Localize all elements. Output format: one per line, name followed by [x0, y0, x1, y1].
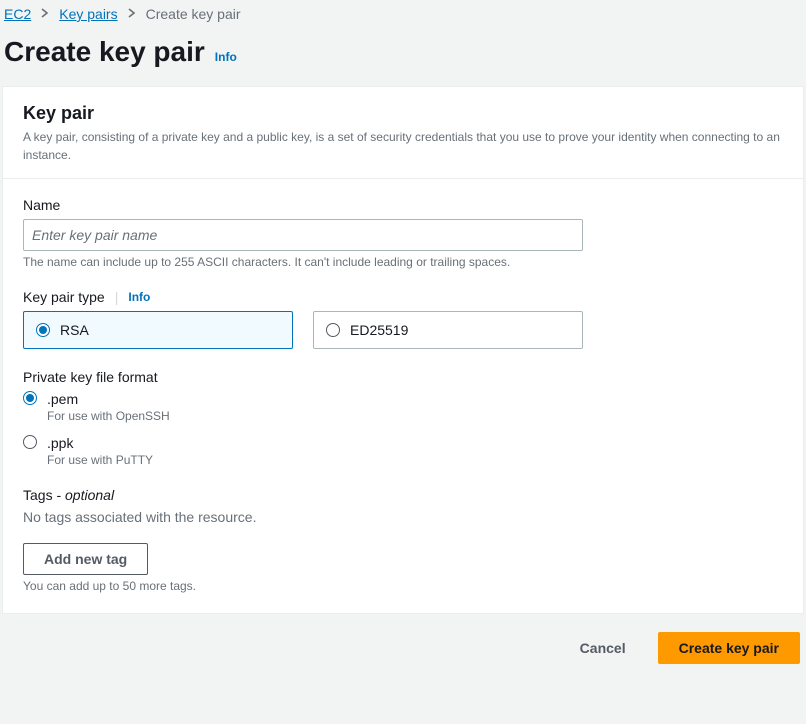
cancel-button[interactable]: Cancel: [560, 632, 646, 664]
name-field: Name The name can include up to 255 ASCI…: [23, 197, 783, 269]
type-info-link[interactable]: Info: [128, 290, 150, 304]
name-label: Name: [23, 197, 783, 213]
page-title: Create key pair: [4, 36, 205, 68]
radio-icon: [36, 323, 50, 337]
chevron-right-icon: [128, 7, 136, 21]
type-field: Key pair type | Info RSA ED25519: [23, 289, 783, 349]
breadcrumb-link-keypairs[interactable]: Key pairs: [59, 6, 117, 22]
tags-field: Tags - optional No tags associated with …: [23, 487, 783, 593]
card-header: Key pair A key pair, consisting of a pri…: [3, 87, 803, 179]
type-option-label: ED25519: [350, 322, 408, 338]
breadcrumb: EC2 Key pairs Create key pair: [0, 0, 806, 24]
type-option-ed25519[interactable]: ED25519: [313, 311, 583, 349]
format-label: Private key file format: [23, 369, 783, 385]
tags-hint: You can add up to 50 more tags.: [23, 579, 783, 593]
format-option-ppk[interactable]: .ppk For use with PuTTY: [23, 435, 783, 467]
tags-label: Tags - optional: [23, 487, 783, 503]
type-option-label: RSA: [60, 322, 89, 338]
tags-optional: optional: [65, 487, 114, 503]
keypair-card: Key pair A key pair, consisting of a pri…: [2, 86, 804, 614]
name-input[interactable]: [23, 219, 583, 251]
card-description: A key pair, consisting of a private key …: [23, 128, 783, 164]
add-tag-button[interactable]: Add new tag: [23, 543, 148, 575]
format-field: Private key file format .pem For use wit…: [23, 369, 783, 467]
page-info-link[interactable]: Info: [215, 50, 237, 64]
format-option-desc: For use with OpenSSH: [47, 409, 170, 423]
format-option-desc: For use with PuTTY: [47, 453, 153, 467]
radio-icon: [326, 323, 340, 337]
chevron-right-icon: [41, 7, 49, 21]
radio-icon: [23, 435, 37, 449]
format-option-label: .ppk: [47, 435, 153, 451]
divider: |: [115, 289, 119, 305]
card-title: Key pair: [23, 103, 783, 124]
format-option-label: .pem: [47, 391, 170, 407]
footer-actions: Cancel Create key pair: [0, 614, 806, 664]
page-header: Create key pair Info: [0, 24, 806, 86]
radio-icon: [23, 391, 37, 405]
type-label: Key pair type: [23, 289, 105, 305]
breadcrumb-link-ec2[interactable]: EC2: [4, 6, 31, 22]
tags-empty-text: No tags associated with the resource.: [23, 509, 783, 525]
format-option-pem[interactable]: .pem For use with OpenSSH: [23, 391, 783, 423]
type-option-rsa[interactable]: RSA: [23, 311, 293, 349]
create-button[interactable]: Create key pair: [658, 632, 800, 664]
tags-label-text: Tags -: [23, 487, 65, 503]
breadcrumb-current: Create key pair: [146, 6, 241, 22]
name-hint: The name can include up to 255 ASCII cha…: [23, 255, 783, 269]
